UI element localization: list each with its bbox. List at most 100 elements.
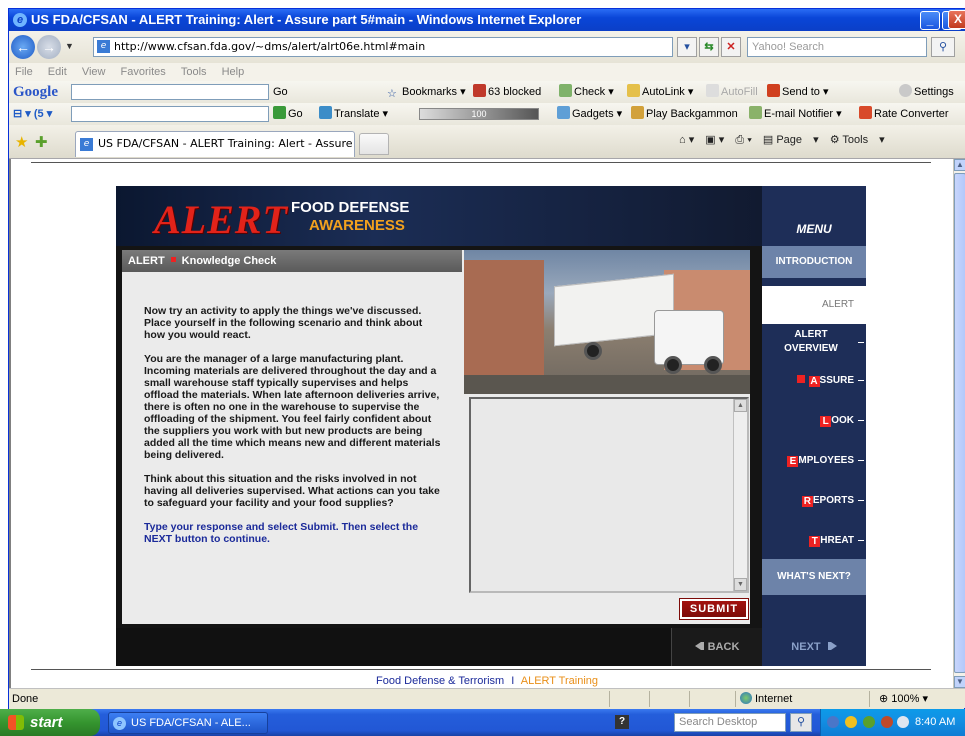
- next-button[interactable]: NEXT: [762, 628, 866, 666]
- blocked-label: 63 blocked: [488, 86, 542, 98]
- new-tab-button[interactable]: [359, 133, 389, 155]
- menu-introduction[interactable]: INTRODUCTION: [762, 246, 866, 278]
- back-button[interactable]: BACK: [671, 628, 762, 666]
- add-favorite-icon[interactable]: ✚: [35, 133, 48, 151]
- abc-check-icon: [559, 84, 572, 97]
- close-button[interactable]: X: [948, 10, 965, 29]
- page-icon: e: [80, 138, 93, 151]
- scroll-up-icon[interactable]: ▲: [954, 159, 965, 171]
- toolbar-search-input[interactable]: [71, 106, 269, 122]
- desktop-search-input[interactable]: Search Desktop: [674, 713, 786, 732]
- menu-tick: [858, 500, 864, 501]
- network-icon[interactable]: [863, 716, 875, 728]
- gadgets-label: Gadgets: [572, 108, 614, 120]
- minimize-button[interactable]: _: [920, 11, 940, 30]
- taskbar-ie-window[interactable]: e US FDA/CFSAN - ALE...: [108, 712, 268, 734]
- bookmarks-button[interactable]: ☆ Bookmarks ▾: [387, 81, 466, 103]
- menu-favorites[interactable]: Favorites: [121, 66, 166, 78]
- status-cell: [689, 691, 690, 707]
- spellcheck-button[interactable]: Check ▾: [559, 81, 614, 103]
- start-button[interactable]: start: [0, 709, 100, 736]
- zoom-level[interactable]: ⊕ 100% ▾: [879, 689, 928, 709]
- top-divider: [31, 162, 931, 163]
- search-input[interactable]: Yahoo! Search: [747, 37, 927, 57]
- favorites-star-icon[interactable]: ★: [15, 133, 28, 151]
- current-marker-icon: [796, 375, 805, 383]
- home-icon[interactable]: ⌂ ▾: [679, 134, 694, 146]
- google-go-button[interactable]: Go: [273, 81, 288, 103]
- menu-view[interactable]: View: [82, 66, 106, 78]
- toolbar-go-button[interactable]: Go: [273, 103, 303, 125]
- scroll-up-icon[interactable]: ▲: [734, 399, 747, 412]
- menu-reports[interactable]: R EPORTS: [762, 494, 866, 510]
- menu-whats-next[interactable]: WHAT'S NEXT?: [762, 559, 866, 595]
- google-search-input[interactable]: [71, 84, 269, 100]
- food-defense-terrorism-link[interactable]: Food Defense & Terrorism: [376, 675, 504, 687]
- autofill-button[interactable]: AutoFill: [706, 81, 758, 103]
- menu-edit[interactable]: Edit: [48, 66, 67, 78]
- back-arrow-icon[interactable]: ←: [11, 35, 35, 59]
- alert-training-module: ALERT FOOD DEFENSE AWARENESS MENU INTROD…: [116, 186, 866, 666]
- page-scrollbar[interactable]: ▲ ▼: [953, 159, 965, 688]
- scroll-thumb[interactable]: [954, 173, 965, 673]
- toolbar-logo-icon[interactable]: ⊟ ▾ (5 ▾: [13, 103, 52, 125]
- search-icon[interactable]: ⚲: [931, 37, 955, 57]
- print-icon[interactable]: ⎙ ▾: [735, 134, 751, 146]
- wireless-icon[interactable]: [897, 716, 909, 728]
- scroll-down-icon[interactable]: ▼: [954, 676, 965, 688]
- desktop-search-icon[interactable]: ⚲: [790, 713, 812, 732]
- page-menu[interactable]: ▤ Page ▾: [763, 134, 819, 146]
- feeds-icon[interactable]: ▣ ▾: [705, 134, 724, 146]
- alert-training-link[interactable]: ALERT Training: [521, 675, 598, 687]
- menu-help[interactable]: Help: [222, 66, 245, 78]
- threat-label: HREAT: [820, 535, 854, 546]
- response-scrollbar[interactable]: ▲ ▼: [733, 399, 747, 591]
- wheel: [704, 356, 722, 374]
- menu-look[interactable]: L OOK: [762, 414, 866, 430]
- shield-icon[interactable]: [845, 716, 857, 728]
- warehouse-building: [464, 260, 544, 375]
- settings-button[interactable]: Settings: [899, 81, 954, 103]
- menu-assure[interactable]: A SSURE: [762, 374, 866, 390]
- autolink-button[interactable]: AutoLink ▾: [627, 81, 693, 103]
- backgammon-button[interactable]: Play Backgammon: [631, 103, 738, 125]
- popup-blocker-button[interactable]: 63 blocked: [473, 81, 541, 103]
- tools-menu[interactable]: ⚙ Tools ▾: [830, 134, 885, 146]
- menu-file[interactable]: File: [15, 66, 33, 78]
- address-dropdown-icon[interactable]: ▾: [677, 37, 697, 57]
- menu-alert-overview[interactable]: ALERT OVERVIEW: [762, 328, 866, 368]
- send-to-button[interactable]: Send to ▾: [767, 81, 829, 103]
- taskbar-ie-label: US FDA/CFSAN - ALE...: [131, 717, 251, 729]
- rate-converter-button[interactable]: Rate Converter: [859, 103, 949, 125]
- submit-button[interactable]: SUBMIT: [679, 598, 749, 620]
- windows-flag-icon: [8, 715, 24, 730]
- menu-tools[interactable]: Tools: [181, 66, 207, 78]
- google-go-label: Go: [273, 86, 288, 98]
- forward-arrow-icon[interactable]: →: [37, 35, 61, 59]
- title-bar[interactable]: e US FDA/CFSAN - ALERT Training: Alert -…: [9, 9, 965, 31]
- menu-alert[interactable]: ALERT: [762, 286, 866, 324]
- scenario-text: Now try an activity to apply the things …: [144, 305, 444, 557]
- refresh-icon[interactable]: ⇆: [699, 37, 719, 57]
- menu-alert-overview-label: ALERT OVERVIEW: [784, 329, 838, 354]
- history-dropdown-icon[interactable]: ▼: [65, 41, 74, 51]
- email-notifier-button[interactable]: E-mail Notifier ▾: [749, 103, 842, 125]
- scroll-down-icon[interactable]: ▼: [734, 578, 747, 591]
- address-url: http://www.cfsan.fda.gov/~dms/alert/alrt…: [114, 40, 426, 53]
- card-header: ALERT Knowledge Check: [122, 250, 462, 272]
- back-arrow-tray-icon[interactable]: [827, 716, 839, 728]
- gadgets-button[interactable]: Gadgets ▾: [557, 103, 622, 125]
- check-label: Check: [574, 86, 606, 98]
- volume-slider[interactable]: 100: [419, 108, 539, 120]
- response-textarea[interactable]: [471, 399, 733, 591]
- tab-alert-training[interactable]: e US FDA/CFSAN - ALERT Training: Alert -…: [75, 131, 355, 174]
- tools-menu-label: Tools: [842, 134, 869, 146]
- help-icon[interactable]: ?: [615, 715, 629, 729]
- antivirus-icon[interactable]: [881, 716, 893, 728]
- menu-threat[interactable]: T HREAT: [762, 534, 866, 550]
- translate-button[interactable]: Translate ▾: [319, 103, 388, 125]
- menu-employees[interactable]: E MPLOYEES: [762, 454, 866, 470]
- status-cell: [869, 691, 870, 707]
- address-input[interactable]: e http://www.cfsan.fda.gov/~dms/alert/al…: [93, 37, 673, 57]
- stop-icon[interactable]: ✕: [721, 37, 741, 57]
